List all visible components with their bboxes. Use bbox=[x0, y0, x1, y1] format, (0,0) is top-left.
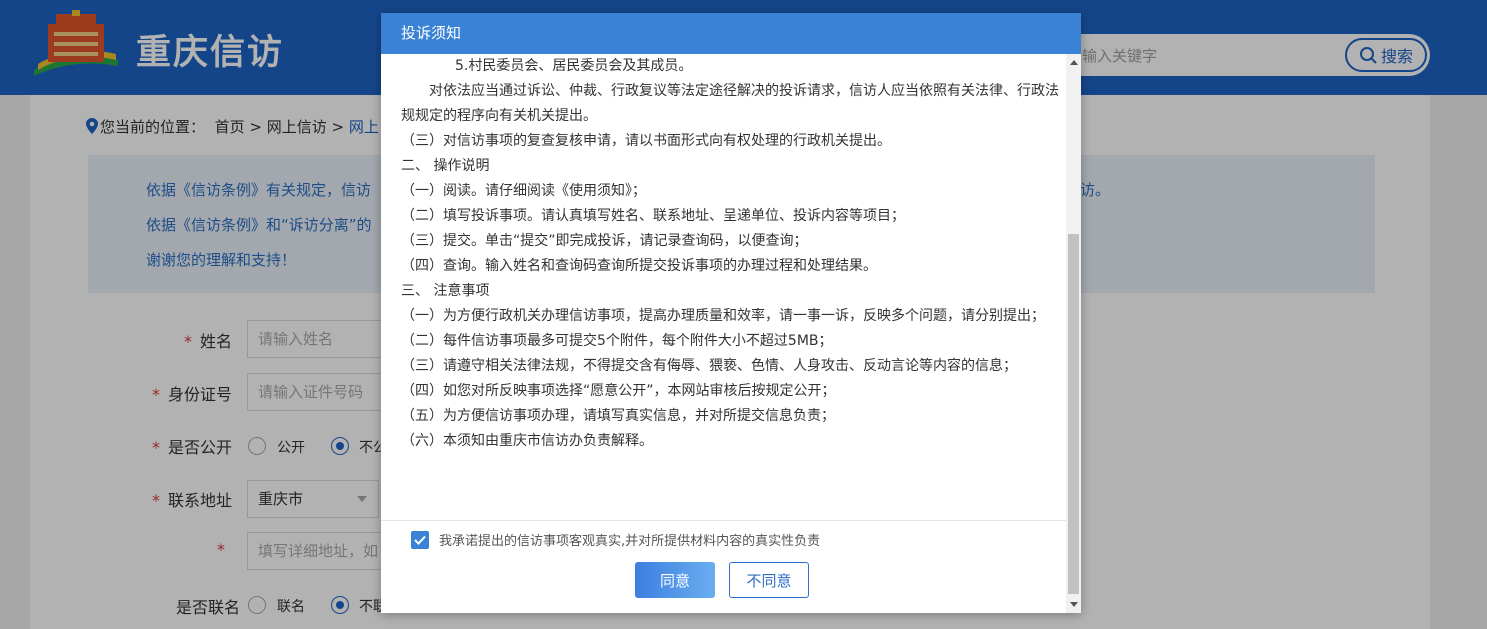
modal-paragraph: 5.村民委员会、居民委员会及其成员。 bbox=[455, 58, 693, 74]
modal-paragraph: （三）对信访事项的复查复核申请，请以书面形式向有权处理的行政机关提出。 bbox=[401, 133, 891, 149]
modal-paragraph: （三）请遵守相关法律法规，不得提交含有侮辱、猥亵、色情、人身攻击、反动言论等内容… bbox=[401, 358, 1017, 374]
modal-paragraph: （一）阅读。请仔细阅读《使用须知》； bbox=[401, 183, 646, 199]
modal-paragraph: （二）每件信访事项最多可提交5个附件，每个附件大小不超过5MB； bbox=[401, 333, 833, 349]
modal-paragraph: （四）查询。输入姓名和查询码查询所提交投诉事项的办理过程和处理结果。 bbox=[401, 258, 877, 274]
checkmark-icon bbox=[414, 535, 426, 545]
scroll-down-arrow-icon[interactable] bbox=[1070, 602, 1078, 607]
modal-paragraph: （五）为方便信访事项办理，请填写真实信息，并对所提交信息负责； bbox=[401, 408, 835, 424]
modal-paragraph: 对依法应当通过诉讼、仲裁、行政复议等法定途径解决的投诉请求，信访人应当依照有关法… bbox=[401, 83, 1059, 124]
agree-button[interactable]: 同意 bbox=[635, 562, 715, 598]
promise-checkbox[interactable] bbox=[411, 530, 429, 549]
disagree-button[interactable]: 不同意 bbox=[729, 562, 809, 598]
modal-title: 投诉须知 bbox=[381, 13, 1081, 54]
modal-scrollbar[interactable] bbox=[1066, 54, 1081, 613]
promise-row: 我承诺提出的信访事项客观真实,并对所提供材料内容的真实性负责 bbox=[411, 530, 820, 549]
modal-paragraph: （四）如您对所反映事项选择“愿意公开”，本网站审核后按规定公开； bbox=[401, 383, 836, 399]
modal-paragraph: （二）填写投诉事项。请认真填写姓名、联系地址、呈递单位、投诉内容等项目； bbox=[401, 208, 905, 224]
modal-text: 5.村民委员会、居民委员会及其成员。 对依法应当通过诉讼、仲裁、行政复议等法定途… bbox=[401, 54, 1061, 454]
promise-text: 我承诺提出的信访事项客观真实,并对所提供材料内容的真实性负责 bbox=[439, 534, 821, 549]
modal-divider bbox=[381, 520, 1066, 521]
complaint-notice-modal: 投诉须知 5.村民委员会、居民委员会及其成员。 对依法应当通过诉讼、仲裁、行政复… bbox=[381, 13, 1081, 613]
modal-paragraph: 三、 注意事项 bbox=[401, 283, 490, 299]
modal-paragraph: （一）为方便行政机关办理信访事项，提高办理质量和效率，请一事一诉，反映多个问题，… bbox=[401, 308, 1045, 324]
modal-paragraph: （六）本须知由重庆市信访办负责解释。 bbox=[401, 433, 653, 449]
modal-paragraph: 二、 操作说明 bbox=[401, 158, 490, 174]
modal-paragraph: （三）提交。单击“提交”即完成投诉，请记录查询码，以便查询； bbox=[401, 233, 808, 249]
modal-body[interactable]: 5.村民委员会、居民委员会及其成员。 对依法应当通过诉讼、仲裁、行政复议等法定途… bbox=[381, 54, 1066, 521]
scroll-up-arrow-icon[interactable] bbox=[1070, 60, 1078, 65]
scrollbar-thumb[interactable] bbox=[1068, 234, 1079, 594]
